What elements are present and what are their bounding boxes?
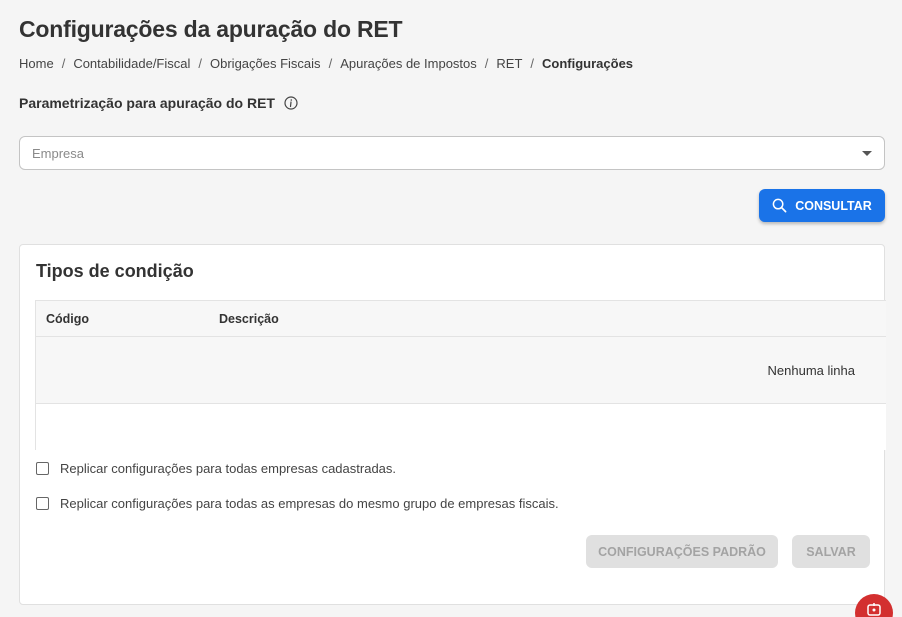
info-icon[interactable] <box>284 96 298 110</box>
tipos-condicao-card: Tipos de condição Código Descrição Nenhu… <box>19 244 886 605</box>
replicar-todas-label: Replicar configurações para todas empres… <box>60 461 397 476</box>
page-title: Configurações da apuração do RET <box>19 16 403 42</box>
breadcrumb-separator: / <box>328 56 333 71</box>
breadcrumb-home[interactable]: Home <box>19 56 54 71</box>
replicar-grupo-label: Replicar configurações para todas as emp… <box>60 496 559 511</box>
search-icon <box>772 198 787 213</box>
chevron-down-icon <box>862 150 872 156</box>
breadcrumb-obrigacoes[interactable]: Obrigações Fiscais <box>210 56 321 71</box>
section-label: Parametrização para apuração do RET <box>19 95 298 111</box>
consultar-button[interactable]: CONSULTAR <box>759 189 885 222</box>
card-title: Tipos de condição <box>36 261 194 281</box>
breadcrumb-apuracoes[interactable]: Apurações de Impostos <box>340 56 477 71</box>
chat-icon <box>867 603 881 616</box>
breadcrumb-contabilidade[interactable]: Contabilidade/Fiscal <box>73 56 190 71</box>
breadcrumb: Home / Contabilidade/Fiscal / Obrigações… <box>19 56 633 71</box>
replicar-grupo-checkbox-row[interactable]: Replicar configurações para todas as emp… <box>36 496 559 511</box>
configuracoes-padrao-button[interactable]: CONFIGURAÇÕES PADRÃO <box>586 535 778 568</box>
section-label-text: Parametrização para apuração do RET <box>19 95 275 111</box>
consultar-label: CONSULTAR <box>795 198 872 213</box>
breadcrumb-separator: / <box>484 56 489 71</box>
breadcrumb-separator: / <box>61 56 66 71</box>
column-header-codigo[interactable]: Código <box>36 312 219 326</box>
table-empty-row: Nenhuma linha <box>36 337 886 404</box>
condition-table: Código Descrição Nenhuma linha <box>35 300 886 450</box>
replicar-grupo-checkbox[interactable] <box>36 497 49 510</box>
salvar-button[interactable]: SALVAR <box>792 535 870 568</box>
empty-message: Nenhuma linha <box>767 362 855 378</box>
table-footer <box>36 404 886 450</box>
table-header: Código Descrição <box>36 301 886 337</box>
column-header-descricao[interactable]: Descrição <box>219 312 279 326</box>
empresa-select[interactable]: Empresa <box>19 136 885 170</box>
breadcrumb-separator: / <box>198 56 203 71</box>
empresa-placeholder: Empresa <box>32 145 85 161</box>
replicar-todas-checkbox-row[interactable]: Replicar configurações para todas empres… <box>36 461 396 476</box>
breadcrumb-separator: / <box>530 56 535 71</box>
breadcrumb-ret[interactable]: RET <box>496 56 522 71</box>
replicar-todas-checkbox[interactable] <box>36 462 49 475</box>
breadcrumb-current: Configurações <box>542 56 634 71</box>
